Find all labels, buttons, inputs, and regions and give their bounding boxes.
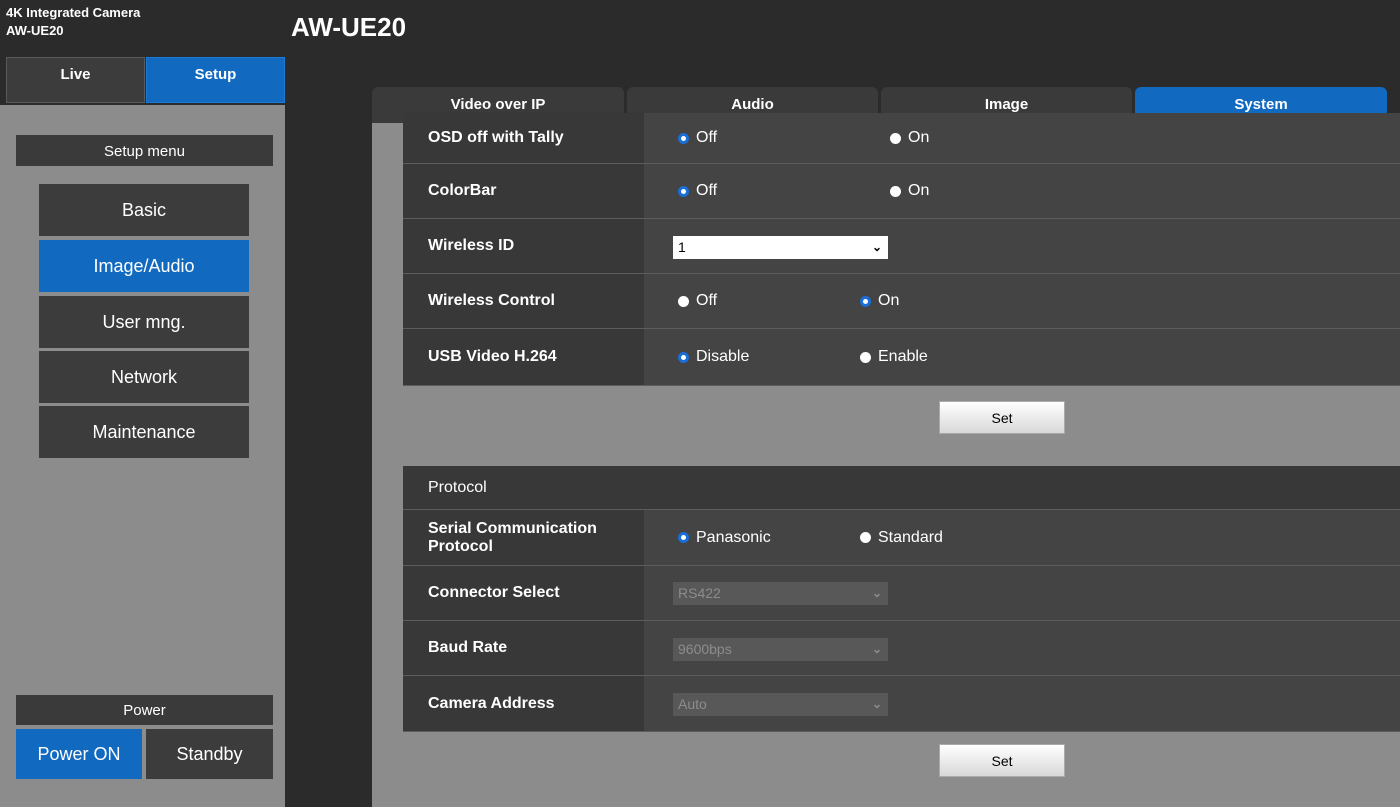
baud-rate-dropdown[interactable]: 9600bps ⌄ (673, 638, 888, 661)
set-button[interactable]: Set (939, 401, 1065, 434)
connector-select-row: Connector Select RS422 ⌄ (403, 566, 1400, 621)
osd-off-radio[interactable]: Off (678, 113, 717, 163)
colorbar-off-radio[interactable]: Off (678, 164, 717, 218)
radio-label: On (908, 182, 930, 199)
standard-radio[interactable]: Standard (860, 510, 943, 565)
protocol-section-title: Protocol (403, 466, 1400, 510)
camera-address-row: Camera Address Auto ⌄ (403, 676, 1400, 732)
radio-label: Panasonic (696, 528, 771, 546)
usb-enable-radio[interactable]: Enable (860, 329, 928, 385)
menu-item-user-mng[interactable]: User mng. (39, 296, 249, 348)
radio-selected-icon (860, 295, 871, 307)
radio-label: Enable (878, 348, 928, 365)
baud-rate-row: Baud Rate 9600bps ⌄ (403, 621, 1400, 676)
chevron-down-icon: ⌄ (871, 240, 882, 254)
menu-item-basic[interactable]: Basic (39, 184, 249, 236)
brand-header: 4K Integrated Camera AW-UE20 (0, 0, 285, 57)
setup-menu-title: Setup menu (16, 135, 273, 166)
select-value: Auto (678, 696, 707, 712)
protocol-set-button[interactable]: Set (939, 744, 1065, 777)
usb-disable-radio[interactable]: Disable (678, 329, 749, 385)
wireless-control-row: Wireless Control Off On (403, 274, 1400, 329)
radio-label: On (908, 129, 930, 146)
radio-unselected-icon (860, 532, 871, 543)
select-value: RS422 (678, 585, 721, 601)
radio-label: On (878, 292, 900, 309)
menu-item-image-audio[interactable]: Image/Audio (39, 240, 249, 292)
colorbar-on-radio[interactable]: On (890, 164, 929, 218)
sidebar: 4K Integrated Camera AW-UE20 Live Setup … (0, 0, 285, 807)
wireless-control-label: Wireless Control (403, 274, 644, 328)
chevron-down-icon: ⌄ (871, 697, 882, 711)
radio-label: Off (696, 182, 718, 199)
connector-select-label: Connector Select (403, 566, 644, 620)
select-value: 1 (678, 239, 686, 255)
radio-selected-icon (678, 532, 689, 543)
radio-label: Off (696, 129, 718, 146)
colorbar-row: ColorBar Off On (403, 164, 1400, 219)
camera-address-dropdown[interactable]: Auto ⌄ (673, 693, 888, 716)
radio-selected-icon (678, 185, 689, 197)
wireless-id-select[interactable]: 1 ⌄ (673, 236, 888, 259)
wireless-control-off-radio[interactable]: Off (678, 274, 717, 328)
serial-protocol-label: Serial Communication Protocol (403, 510, 644, 565)
radio-unselected-icon (860, 351, 871, 363)
select-value: 9600bps (678, 641, 732, 657)
radio-unselected-icon (890, 185, 901, 197)
connector-select-dropdown[interactable]: RS422 ⌄ (673, 582, 888, 605)
product-name: 4K Integrated Camera (6, 5, 141, 20)
chevron-down-icon: ⌄ (871, 586, 882, 600)
radio-label: Off (696, 292, 718, 309)
wireless-control-on-radio[interactable]: On (860, 274, 899, 328)
panasonic-radio[interactable]: Panasonic (678, 510, 771, 565)
usb-video-h264-label: USB Video H.264 (403, 329, 644, 385)
usb-video-h264-row: USB Video H.264 Disable Enable (403, 329, 1400, 386)
radio-label: Standard (878, 528, 943, 546)
osd-on-radio[interactable]: On (890, 113, 929, 163)
radio-label: Disable (696, 348, 750, 365)
colorbar-label: ColorBar (403, 164, 644, 218)
live-button[interactable]: Live (6, 57, 145, 103)
osd-off-with-tally-label: OSD off with Tally (403, 113, 644, 163)
power-on-button[interactable]: Power ON (16, 729, 142, 779)
setup-button[interactable]: Setup (146, 57, 285, 103)
power-title: Power (16, 695, 273, 725)
menu-item-network[interactable]: Network (39, 351, 249, 403)
radio-unselected-icon (678, 295, 689, 307)
menu-item-maintenance[interactable]: Maintenance (39, 406, 249, 458)
top-nav: Live Setup (0, 57, 285, 105)
osd-off-with-tally-row: OSD off with Tally Off On (403, 113, 1400, 164)
camera-address-label: Camera Address (403, 676, 644, 731)
baud-rate-label: Baud Rate (403, 621, 644, 675)
product-model: AW-UE20 (6, 23, 64, 38)
chevron-down-icon: ⌄ (871, 642, 882, 656)
wireless-id-label: Wireless ID (403, 219, 644, 273)
radio-unselected-icon (890, 132, 901, 144)
standby-button[interactable]: Standby (146, 729, 273, 779)
page-title: AW-UE20 (291, 12, 407, 42)
radio-selected-icon (678, 351, 689, 363)
wireless-id-row: Wireless ID 1 ⌄ (403, 219, 1400, 274)
serial-protocol-row: Serial Communication Protocol Panasonic … (403, 510, 1400, 566)
radio-selected-icon (678, 132, 689, 144)
